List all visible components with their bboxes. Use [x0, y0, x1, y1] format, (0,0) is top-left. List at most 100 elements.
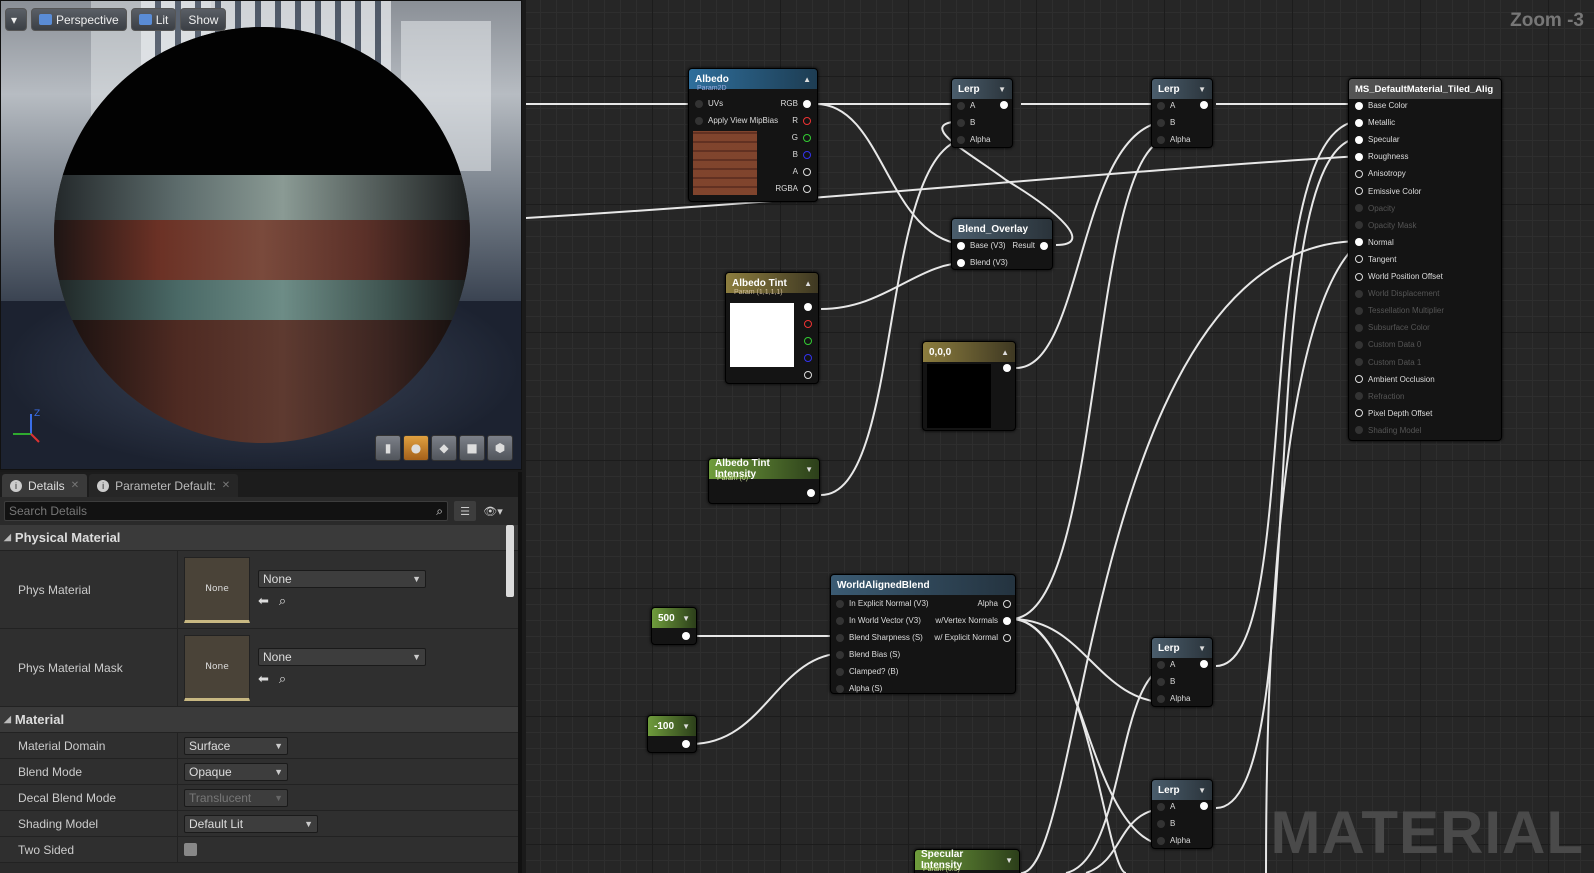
- result-pin[interactable]: Opacity: [1355, 204, 1395, 213]
- show-button[interactable]: Show: [180, 8, 227, 31]
- collapse-arrow-icon[interactable]: ▼: [1198, 85, 1206, 94]
- browse-search-icon[interactable]: ⌕: [279, 672, 286, 687]
- node-material-result[interactable]: MS_DefaultMaterial_Tiled_Alig Base Color…: [1348, 78, 1502, 441]
- pin-icon[interactable]: [1355, 375, 1363, 384]
- pin-icon[interactable]: [1355, 289, 1363, 298]
- pin-icon[interactable]: [807, 489, 815, 497]
- plane-preview-icon[interactable]: ◆: [431, 435, 457, 461]
- collapse-arrow-icon[interactable]: ▼: [682, 614, 690, 623]
- collapse-arrow-icon[interactable]: ▲: [804, 279, 812, 288]
- viewport-menu-button[interactable]: ▾: [5, 8, 27, 31]
- pin-icon[interactable]: [803, 133, 811, 142]
- result-pin[interactable]: Subsurface Color: [1355, 323, 1430, 332]
- lit-button[interactable]: Lit: [130, 8, 177, 31]
- collapse-arrow-icon[interactable]: ▲: [1001, 348, 1009, 357]
- search-details-input[interactable]: Search Details ⌕: [4, 501, 448, 521]
- preview-viewport[interactable]: ▾ Perspective Lit Show Z ▮ ● ◆ ■ ⬢: [0, 0, 522, 470]
- result-pin[interactable]: Custom Data 0: [1355, 340, 1421, 349]
- collapse-arrow-icon[interactable]: ▼: [1198, 786, 1206, 795]
- pin-icon[interactable]: [1355, 340, 1363, 349]
- pin-icon[interactable]: [957, 118, 965, 127]
- result-pin[interactable]: Roughness: [1355, 152, 1408, 161]
- pin-icon[interactable]: [803, 167, 811, 176]
- pin-icon[interactable]: [803, 99, 811, 108]
- pin-icon[interactable]: [1157, 819, 1165, 828]
- pin-icon[interactable]: [803, 116, 811, 125]
- pin-icon[interactable]: [1157, 660, 1165, 669]
- pin-icon[interactable]: [1157, 836, 1165, 845]
- pin-icon[interactable]: [1355, 392, 1363, 401]
- eye-visibility-icon[interactable]: 👁▾: [482, 501, 504, 521]
- result-pin[interactable]: Opacity Mask: [1355, 221, 1416, 230]
- shading-model-combo[interactable]: Default Lit ▼: [184, 814, 318, 833]
- node-world-aligned-blend[interactable]: WorldAlignedBlend In Explicit Normal (V3…: [830, 574, 1016, 694]
- node-specular-intensity[interactable]: Specular Intensity ▼ Param (0.5): [914, 849, 1020, 873]
- category-physical-material[interactable]: ◢ Physical Material: [0, 525, 518, 551]
- result-pin[interactable]: World Displacement: [1355, 289, 1439, 298]
- result-pin[interactable]: Base Color: [1355, 101, 1408, 110]
- pin-icon[interactable]: [1355, 101, 1363, 110]
- material-domain-combo[interactable]: Surface ▼: [184, 736, 288, 755]
- pin-icon[interactable]: [836, 599, 844, 608]
- pin-icon[interactable]: [1000, 101, 1008, 109]
- pin-icon[interactable]: [1355, 358, 1363, 366]
- pin-icon[interactable]: [804, 337, 812, 345]
- pin-icon[interactable]: [1355, 409, 1363, 418]
- result-pin[interactable]: World Position Offset: [1355, 272, 1443, 281]
- use-selected-arrow-icon[interactable]: ⬅: [258, 594, 269, 609]
- pin-icon[interactable]: [957, 258, 965, 267]
- pin-icon[interactable]: [957, 241, 965, 250]
- two-sided-checkbox[interactable]: [184, 843, 197, 856]
- collapse-arrow-icon[interactable]: ▼: [998, 85, 1006, 94]
- result-pin[interactable]: Custom Data 1: [1355, 358, 1421, 367]
- node-lerp-1[interactable]: Lerp ▼ A B Alpha: [951, 78, 1013, 148]
- property-matrix-icon[interactable]: ☰: [454, 501, 476, 521]
- pin-icon[interactable]: [804, 354, 812, 362]
- collapse-arrow-icon[interactable]: ▲: [803, 75, 811, 84]
- pin-icon[interactable]: [803, 184, 811, 193]
- close-icon[interactable]: ✕: [222, 480, 230, 491]
- pin-icon[interactable]: [695, 99, 703, 108]
- pin-icon[interactable]: [1355, 323, 1363, 332]
- node-albedo-tint-intensity[interactable]: Albedo Tint Intensity ▼ Param (0): [708, 458, 820, 504]
- pin-icon[interactable]: [682, 740, 690, 748]
- phys-material-mask-combo[interactable]: None ▼: [258, 648, 426, 666]
- pin-icon[interactable]: [1157, 118, 1165, 127]
- pin-icon[interactable]: [1355, 152, 1363, 161]
- node-blend-overlay[interactable]: Blend_Overlay Base (V3) Blend (V3) Resul…: [951, 218, 1053, 270]
- result-pin[interactable]: Metallic: [1355, 118, 1395, 127]
- pin-icon[interactable]: [1040, 241, 1048, 250]
- pin-icon[interactable]: [836, 684, 844, 693]
- phys-material-mask-thumbnail[interactable]: None: [184, 634, 250, 701]
- result-pin[interactable]: Specular: [1355, 135, 1400, 144]
- pin-icon[interactable]: [1355, 426, 1363, 435]
- collapse-arrow-icon[interactable]: ▼: [1198, 644, 1206, 653]
- result-pin[interactable]: Tessellation Multiplier: [1355, 306, 1444, 315]
- node-albedo-tint[interactable]: Albedo Tint ▲ Param (1,1,1,1): [725, 272, 819, 384]
- pin-icon[interactable]: [1003, 616, 1011, 625]
- pin-icon[interactable]: [1157, 101, 1165, 110]
- pin-icon[interactable]: [1355, 187, 1363, 195]
- pin-icon[interactable]: [836, 667, 844, 676]
- result-pin[interactable]: Shading Model: [1355, 426, 1421, 435]
- pin-icon[interactable]: [1355, 238, 1363, 247]
- tab-details[interactable]: i Details ✕: [2, 474, 88, 497]
- node-constant-000[interactable]: 0,0,0 ▲: [922, 341, 1016, 431]
- pin-icon[interactable]: [957, 101, 965, 110]
- result-pin[interactable]: Anisotropy: [1355, 169, 1406, 178]
- custom-mesh-preview-icon[interactable]: ⬢: [487, 435, 513, 461]
- result-pin[interactable]: Ambient Occlusion: [1355, 375, 1435, 384]
- pin-icon[interactable]: [836, 616, 844, 625]
- collapse-arrow-icon[interactable]: ▼: [682, 722, 690, 731]
- pin-icon[interactable]: [1157, 694, 1165, 703]
- pin-icon[interactable]: [1157, 677, 1165, 686]
- pin-icon[interactable]: [836, 633, 844, 642]
- result-pin[interactable]: Pixel Depth Offset: [1355, 409, 1432, 418]
- pin-icon[interactable]: [1355, 306, 1363, 315]
- pin-icon[interactable]: [1355, 204, 1363, 213]
- pin-icon[interactable]: [803, 150, 811, 159]
- node-lerp-4[interactable]: Lerp ▼ A B Alpha: [1151, 779, 1213, 849]
- pin-icon[interactable]: [804, 303, 812, 311]
- pin-icon[interactable]: [1355, 255, 1363, 264]
- result-pin[interactable]: Refraction: [1355, 392, 1404, 401]
